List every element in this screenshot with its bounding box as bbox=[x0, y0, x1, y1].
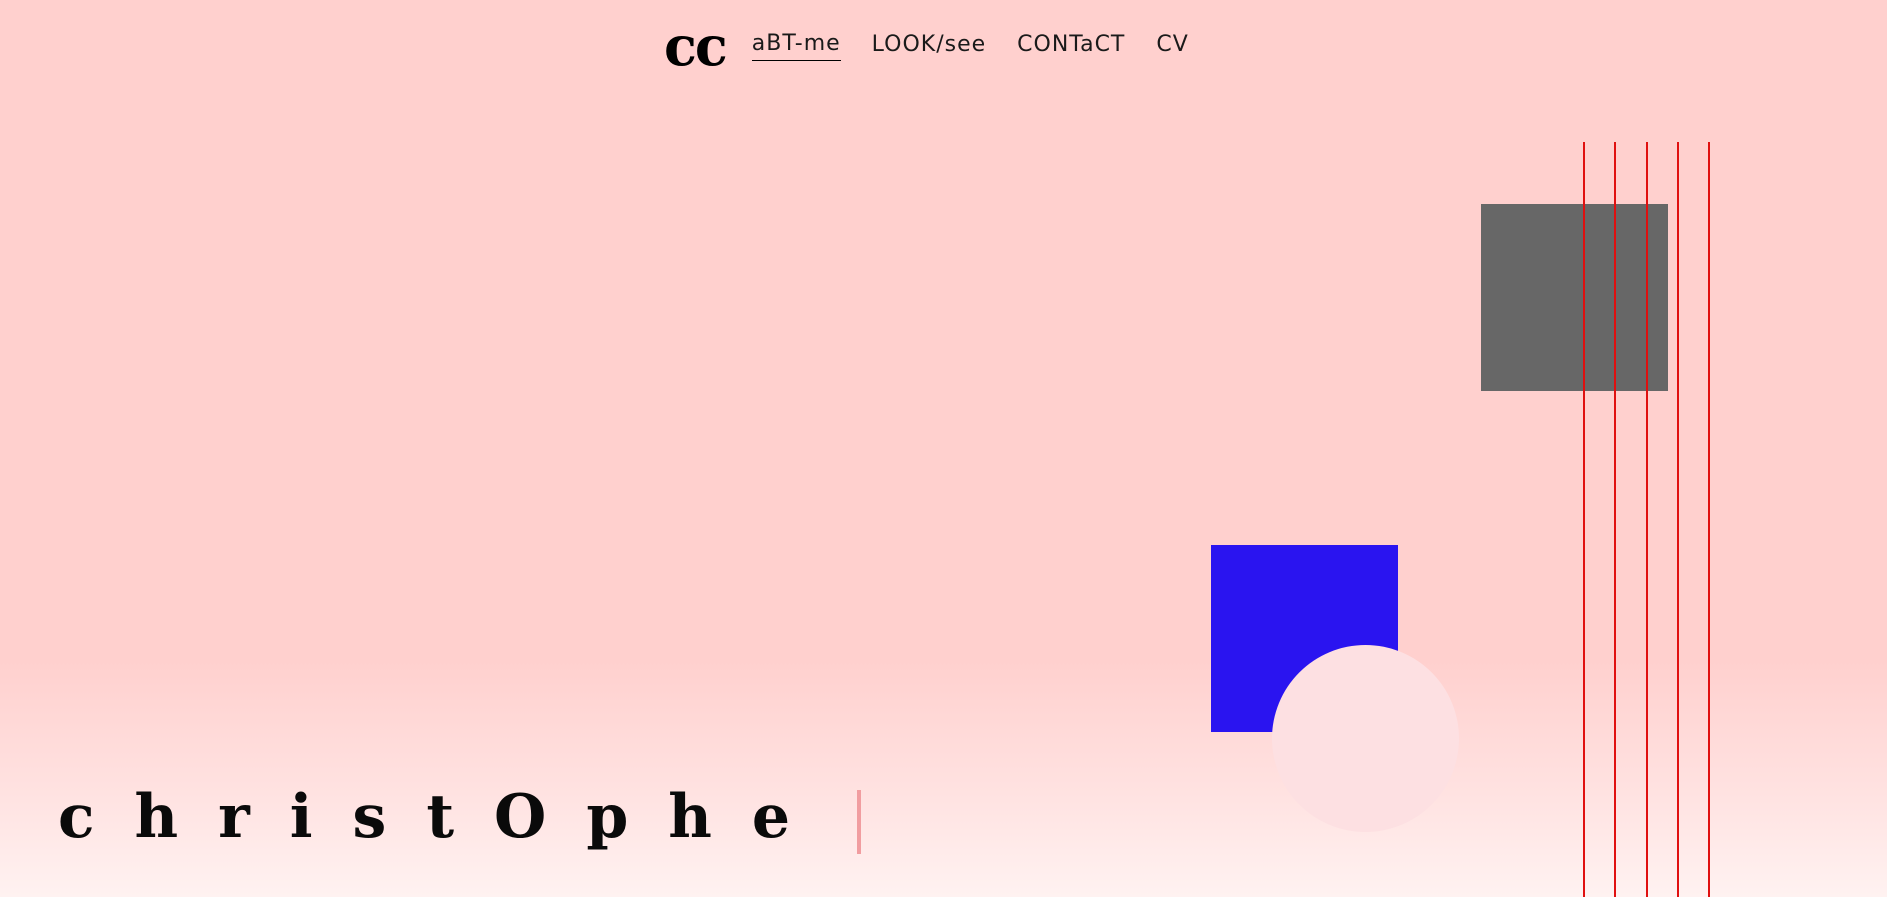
red-vertical-line bbox=[1677, 142, 1679, 897]
pink-circle-shape bbox=[1272, 645, 1459, 832]
nav-link-look-see[interactable]: LOOK/see bbox=[872, 32, 986, 61]
logo-link[interactable]: cc bbox=[664, 18, 728, 74]
red-vertical-line bbox=[1583, 142, 1585, 897]
nav-link-cv[interactable]: CV bbox=[1156, 32, 1188, 61]
text-cursor bbox=[857, 790, 861, 854]
nav-link-about-me[interactable]: aBT-me bbox=[751, 31, 841, 61]
top-navigation: cc aBT-me LOOK/see CONTaCT CV bbox=[664, 18, 1220, 74]
red-vertical-line bbox=[1614, 142, 1616, 897]
nav-link-contact[interactable]: CONTaCT bbox=[1017, 32, 1125, 61]
red-vertical-line bbox=[1708, 142, 1710, 897]
red-vertical-line bbox=[1646, 142, 1648, 897]
hero-name-title: christOphe bbox=[58, 782, 831, 852]
gray-square-shape bbox=[1481, 204, 1668, 391]
